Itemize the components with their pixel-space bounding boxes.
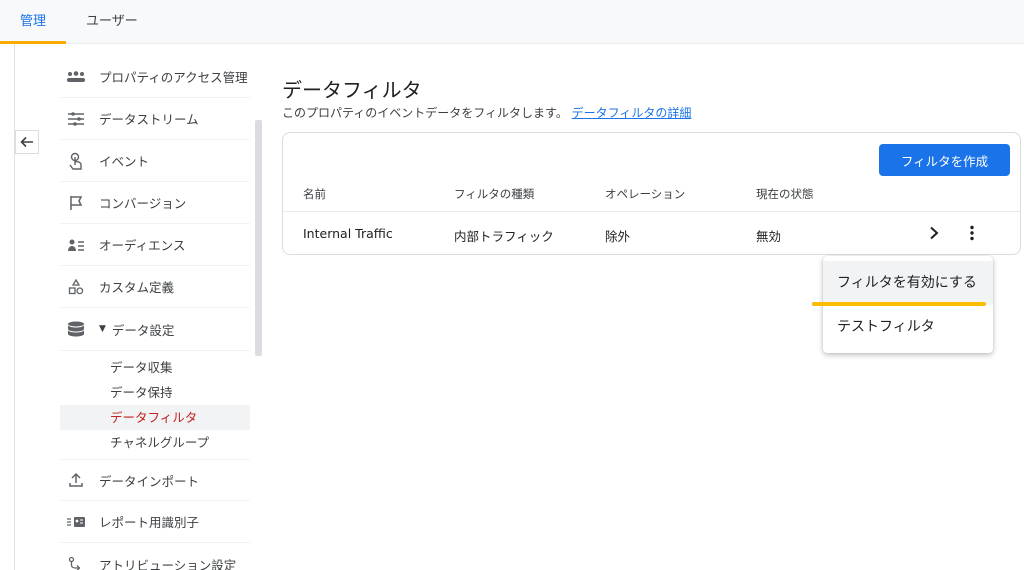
column-header-filter-type: フィルタの種類 bbox=[454, 187, 535, 201]
chevron-right-icon[interactable] bbox=[923, 222, 945, 244]
menu-item-test-filter[interactable]: テストフィルタ bbox=[823, 305, 993, 349]
sidebar-subitem-data-filters[interactable]: データフィルタ bbox=[60, 405, 250, 430]
sidebar-item-label: プロパティのアクセス管理 bbox=[99, 70, 248, 85]
left-rail-divider bbox=[14, 44, 15, 570]
tab-users[interactable]: ユーザー bbox=[86, 0, 138, 44]
active-tab-indicator bbox=[0, 41, 66, 44]
sidebar-subitem-channel-groups[interactable]: チャネルグループ bbox=[60, 430, 250, 455]
sidebar-subitem-data-retention[interactable]: データ保持 bbox=[60, 380, 250, 405]
sidebar-subitem-data-collection[interactable]: データ収集 bbox=[60, 355, 250, 380]
learn-more-link[interactable]: データフィルタの詳細 bbox=[572, 106, 692, 120]
flag-icon bbox=[65, 194, 87, 212]
top-tab-bar: 管理 ユーザー bbox=[0, 0, 1024, 44]
data-settings-submenu: データ収集 データ保持 データフィルタ チャネルグループ bbox=[60, 350, 250, 459]
sidebar-item-label: データストリーム bbox=[99, 112, 199, 127]
sidebar-item-label: カスタム定義 bbox=[99, 280, 175, 295]
tab-admin-label: 管理 bbox=[20, 14, 47, 29]
sidebar-item-data-import[interactable]: データインポート bbox=[60, 459, 250, 501]
column-header-status: 現在の状態 bbox=[756, 187, 814, 201]
sidebar-item-label: レポート用識別子 bbox=[99, 515, 200, 530]
create-filter-button[interactable]: フィルタを作成 bbox=[879, 144, 1010, 176]
tab-users-label: ユーザー bbox=[86, 14, 138, 29]
sidebar-item-label: データ設定 bbox=[111, 322, 175, 338]
sidebar-item-label: データインポート bbox=[99, 473, 200, 489]
sidebar-item-custom-definitions[interactable]: カスタム定義 bbox=[60, 266, 250, 308]
cell-operation: 除外 bbox=[605, 229, 631, 244]
attribution-icon bbox=[65, 555, 87, 570]
cell-filter-type: 内部トラフィック bbox=[454, 229, 554, 244]
sidebar-item-label: イベント bbox=[99, 154, 150, 169]
shapes-icon bbox=[65, 278, 87, 296]
column-header-operation: オペレーション bbox=[605, 187, 686, 201]
sidebar-item-reporting-identity[interactable]: レポート用識別子 bbox=[60, 501, 250, 543]
people-icon bbox=[65, 68, 87, 86]
identity-icon bbox=[65, 513, 87, 531]
data-filters-card: フィルタを作成 名前 フィルタの種類 オペレーション 現在の状態 Interna… bbox=[282, 132, 1021, 255]
sidebar-item-label: オーディエンス bbox=[99, 238, 186, 253]
sidebar-item-data-streams[interactable]: データストリーム bbox=[60, 98, 250, 140]
column-header-name: 名前 bbox=[303, 187, 326, 201]
sidebar-item-attribution-settings[interactable]: アトリビューション設定 bbox=[60, 543, 250, 570]
highlight-underline bbox=[812, 302, 986, 306]
sidebar-item-audiences[interactable]: オーディエンス bbox=[60, 224, 250, 266]
table-row[interactable]: Internal Traffic 内部トラフィック 除外 無効 bbox=[283, 211, 1020, 255]
sidebar-item-data-settings[interactable]: ▼ データ設定 bbox=[60, 308, 250, 350]
cell-name: Internal Traffic bbox=[303, 226, 393, 241]
caret-down-icon: ▼ bbox=[99, 324, 106, 334]
more-vert-icon[interactable] bbox=[961, 222, 983, 244]
sidebar-item-property-access[interactable]: プロパティのアクセス管理 bbox=[60, 56, 250, 98]
page-subtitle: このプロパティのイベントデータをフィルタします。 データフィルタの詳細 bbox=[282, 104, 691, 121]
sidebar-scrollbar[interactable] bbox=[255, 120, 262, 356]
page-subtitle-text: このプロパティのイベントデータをフィルタします。 bbox=[282, 106, 568, 120]
menu-item-enable-filter[interactable]: フィルタを有効にする bbox=[823, 261, 993, 305]
audience-icon bbox=[65, 236, 87, 254]
sidebar-nav: プロパティのアクセス管理 データストリーム イベント コンバージョン オーディエ… bbox=[60, 56, 250, 570]
page-title: データフィルタ bbox=[282, 78, 422, 102]
back-button[interactable] bbox=[15, 130, 39, 154]
sidebar-item-conversions[interactable]: コンバージョン bbox=[60, 182, 250, 224]
database-icon bbox=[65, 320, 87, 338]
sidebar-item-events[interactable]: イベント bbox=[60, 140, 250, 182]
tab-admin[interactable]: 管理 bbox=[20, 0, 46, 44]
cell-status: 無効 bbox=[756, 229, 782, 244]
streams-icon bbox=[65, 110, 87, 128]
upload-icon bbox=[65, 471, 87, 489]
touch-icon bbox=[65, 152, 87, 170]
sidebar-item-label: コンバージョン bbox=[99, 196, 187, 211]
arrow-left-icon bbox=[20, 136, 33, 148]
sidebar-item-label: アトリビューション設定 bbox=[99, 557, 237, 570]
